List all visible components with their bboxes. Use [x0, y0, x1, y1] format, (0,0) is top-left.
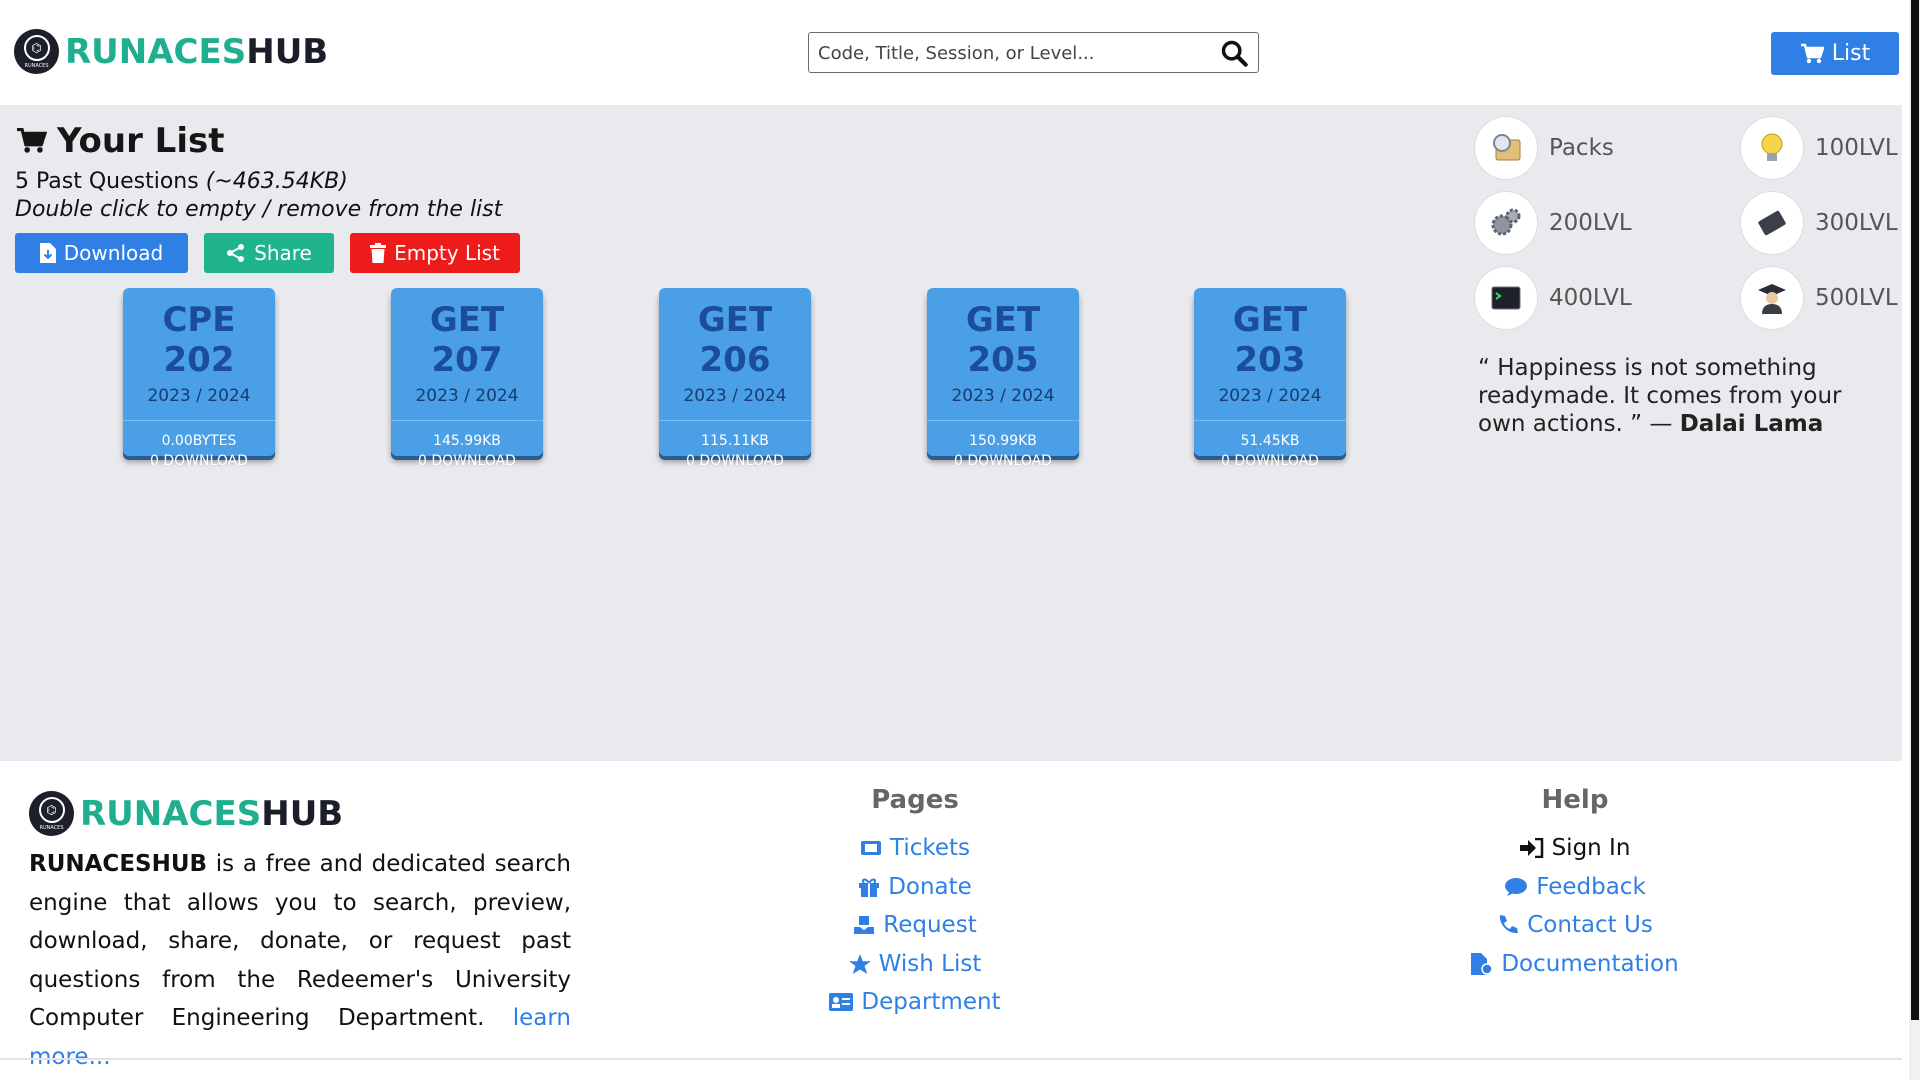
file-size: 145.99KB	[433, 433, 501, 449]
level-link-packs[interactable]: Packs	[1475, 117, 1614, 179]
hands-icon	[854, 916, 875, 935]
documentation-link[interactable]: Documentation	[1471, 945, 1679, 984]
share-button[interactable]: Share	[204, 233, 334, 273]
ticket-icon	[860, 841, 881, 856]
question-card[interactable]: CPE 202 2023 / 2024 0.00BYTES 0 DOWNLOAD	[123, 288, 275, 469]
level-link-500[interactable]: 500LVL	[1741, 267, 1898, 329]
page-scrollbar[interactable]	[1909, 0, 1920, 1080]
logo-icon: ⌬ RUNACES	[29, 791, 74, 836]
question-card[interactable]: GET 206 2023 / 2024 115.11KB 0 DOWNLOAD	[659, 288, 811, 469]
contact-us-link[interactable]: Contact Us	[1497, 906, 1653, 945]
pages-links: Tickets Donate Request Wish List Departm…	[815, 829, 1015, 1022]
list-actions: Download Share Empty List	[15, 233, 520, 273]
empty-list-button[interactable]: Empty List	[350, 233, 520, 273]
trash-icon	[370, 243, 387, 263]
session: 2023 / 2024	[147, 386, 251, 406]
page-title: Your List	[15, 121, 224, 161]
help-links: Sign In Feedback Contact Us Documentatio…	[1425, 829, 1725, 983]
about-text: RUNACESHUB is a free and dedicated searc…	[29, 851, 571, 1070]
site-header: ⌬ RUNACES RUNACESHUB List	[0, 0, 1902, 105]
course-code: GET 205	[965, 300, 1041, 380]
packs-icon	[1475, 117, 1537, 179]
sign-in-icon	[1519, 838, 1543, 859]
question-card[interactable]: GET 203 2023 / 2024 51.45KB 0 DOWNLOAD	[1194, 288, 1346, 469]
department-link[interactable]: Department	[829, 983, 1001, 1022]
pages-heading: Pages	[871, 785, 959, 815]
chip-icon	[1741, 192, 1803, 254]
cart-icon	[17, 127, 47, 153]
course-code: GET 207	[429, 300, 505, 380]
brand-logo-link[interactable]: ⌬ RUNACES RUNACESHUB	[14, 29, 328, 74]
list-size: (~463.54KB)	[205, 169, 348, 194]
lightbulb-icon	[1741, 117, 1803, 179]
level-link-300[interactable]: 300LVL	[1741, 192, 1898, 254]
scrollbar-thumb[interactable]	[1911, 0, 1919, 1020]
phone-icon	[1500, 915, 1519, 934]
session: 2023 / 2024	[951, 386, 1055, 406]
brand-name: RUNACESHUB	[80, 793, 344, 834]
tickets-link[interactable]: Tickets	[860, 829, 970, 868]
logo-icon: ⌬ RUNACES	[14, 29, 59, 74]
cart-icon	[1800, 43, 1824, 63]
quote-author: Dalai Lama	[1679, 411, 1824, 437]
wish-list-link[interactable]: Wish List	[848, 945, 981, 984]
download-button[interactable]: Download	[15, 233, 188, 273]
file-icon	[1471, 952, 1494, 975]
share-icon	[227, 244, 245, 262]
download-count: 0 DOWNLOAD	[1221, 453, 1319, 469]
file-size: 115.11KB	[701, 433, 769, 449]
session: 2023 / 2024	[683, 386, 787, 406]
site-footer: ⌬ RUNACES RUNACESHUB RUNACESHUB is a fre…	[0, 761, 1902, 1070]
main-content: Your List 5 Past Questions (~463.54KB) D…	[0, 105, 1902, 761]
file-size: 51.45KB	[1240, 433, 1300, 449]
gift-icon	[859, 878, 880, 897]
download-count: 0 DOWNLOAD	[686, 453, 784, 469]
gears-icon	[1475, 192, 1537, 254]
sign-in-link[interactable]: Sign In	[1519, 829, 1630, 868]
quote: “ Happiness is not something readymade. …	[1478, 354, 1888, 438]
list-hint: Double click to empty / remove from the …	[15, 197, 503, 222]
comment-icon	[1505, 877, 1528, 896]
file-size: 150.99KB	[969, 433, 1037, 449]
donate-link[interactable]: Donate	[858, 868, 972, 907]
download-count: 0 DOWNLOAD	[954, 453, 1052, 469]
file-size: 0.00BYTES	[161, 433, 237, 449]
download-count: 0 DOWNLOAD	[150, 453, 248, 469]
list-button[interactable]: List	[1771, 32, 1899, 75]
session: 2023 / 2024	[415, 386, 519, 406]
star-icon	[848, 953, 871, 974]
level-link-100[interactable]: 100LVL	[1741, 117, 1898, 179]
request-link[interactable]: Request	[853, 906, 977, 945]
list-count: 5 Past Questions (~463.54KB)	[15, 169, 348, 194]
terminal-icon	[1475, 267, 1537, 329]
help-heading: Help	[1541, 785, 1609, 815]
course-code: GET 206	[697, 300, 773, 380]
question-cards: CPE 202 2023 / 2024 0.00BYTES 0 DOWNLOAD…	[0, 288, 1400, 469]
level-link-400[interactable]: 400LVL	[1475, 267, 1632, 329]
feedback-link[interactable]: Feedback	[1504, 868, 1646, 907]
level-link-200[interactable]: 200LVL	[1475, 192, 1632, 254]
search-icon[interactable]	[1220, 39, 1248, 67]
course-code: CPE 202	[162, 300, 236, 380]
brand-name: RUNACESHUB	[65, 31, 329, 72]
session: 2023 / 2024	[1218, 386, 1322, 406]
question-card[interactable]: GET 205 2023 / 2024 150.99KB 0 DOWNLOAD	[927, 288, 1079, 469]
download-count: 0 DOWNLOAD	[418, 453, 516, 469]
search-box	[808, 32, 1259, 73]
search-input[interactable]	[818, 41, 1208, 65]
question-card[interactable]: GET 207 2023 / 2024 145.99KB 0 DOWNLOAD	[391, 288, 543, 469]
graduate-icon	[1741, 267, 1803, 329]
course-code: GET 203	[1232, 300, 1308, 380]
level-links: Packs 100LVL 200LVL 300LVL 400LVL 500LVL	[1475, 117, 1898, 347]
id-card-icon	[829, 993, 854, 1012]
file-download-icon	[39, 243, 56, 263]
page-title-text: Your List	[57, 121, 225, 161]
list-button-label: List	[1831, 41, 1871, 66]
footer-brand[interactable]: ⌬ RUNACES RUNACESHUB	[29, 791, 343, 836]
divider	[0, 1058, 1902, 1060]
